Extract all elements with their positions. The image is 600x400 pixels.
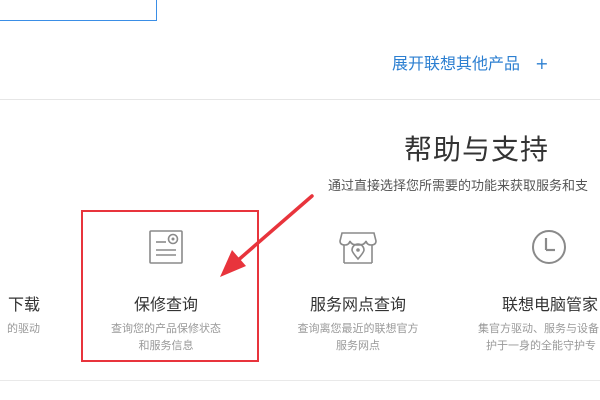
annotation-arrow-icon bbox=[220, 194, 314, 277]
